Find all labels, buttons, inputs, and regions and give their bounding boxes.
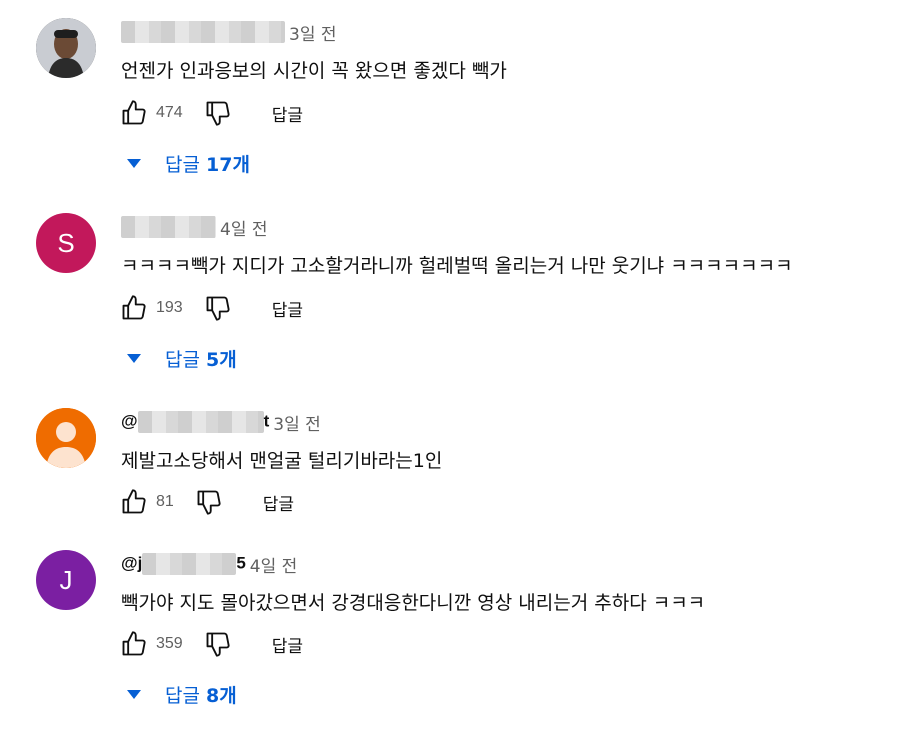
reply-button[interactable]: 답글 xyxy=(263,490,294,515)
action-bar: 474 답글 xyxy=(118,97,303,129)
replies-count: 8개 xyxy=(206,684,237,707)
comment-text: 제발고소당해서 맨얼굴 털리기바라는1인 xyxy=(121,450,443,472)
reply-button[interactable]: 답글 xyxy=(272,296,303,321)
action-bar: 359 답글 xyxy=(118,628,303,660)
like-count: 359 xyxy=(156,635,183,652)
avatar-letter: S xyxy=(57,227,75,258)
dislike-button[interactable] xyxy=(202,628,234,660)
action-bar: 81 답글 xyxy=(118,486,294,518)
reply-button[interactable]: 답글 xyxy=(272,101,303,126)
thumbs-up-icon xyxy=(122,631,146,656)
dislike-button[interactable] xyxy=(202,292,234,324)
comment-time[interactable]: 3일 전 xyxy=(289,20,337,45)
author-name[interactable]: @j 5 xyxy=(121,553,246,575)
like-button[interactable] xyxy=(118,292,150,324)
thumbs-up-icon xyxy=(122,489,146,514)
author-row: 4일 전 xyxy=(121,215,268,240)
replies-label: 답글 xyxy=(165,684,200,707)
like-count: 81 xyxy=(156,493,174,510)
like-button[interactable] xyxy=(118,486,150,518)
view-replies-button[interactable]: 답글 8개 xyxy=(127,679,237,709)
view-replies-button[interactable]: 답글 5개 xyxy=(127,343,237,373)
action-bar: 193 답글 xyxy=(118,292,303,324)
comment-text: ㅋㅋㅋㅋ빽가 지디가 고소할거라니까 헐레벌떡 올리는거 나만 웃기냐 ㅋㅋㅋㅋ… xyxy=(121,255,793,277)
author-row: @j 5 4일 전 xyxy=(121,552,298,577)
author-row: 3일 전 xyxy=(121,20,337,45)
like-button[interactable] xyxy=(118,97,150,129)
author-name[interactable] xyxy=(121,216,216,238)
view-replies-button[interactable]: 답글 17개 xyxy=(127,148,250,178)
thumbs-down-icon xyxy=(197,490,221,515)
replies-count: 5개 xyxy=(206,348,237,371)
triangle-down-icon xyxy=(127,689,141,699)
avatar-letter: J xyxy=(59,564,73,595)
default-user-icon xyxy=(36,408,96,468)
thumbs-down-icon xyxy=(206,101,230,126)
author-name[interactable] xyxy=(121,21,285,43)
comment-time[interactable]: 4일 전 xyxy=(250,552,298,577)
avatar[interactable]: S xyxy=(36,213,96,273)
like-count: 474 xyxy=(156,104,183,121)
thumbs-up-icon xyxy=(122,295,146,320)
thumbs-up-icon xyxy=(122,100,146,125)
reply-button[interactable]: 답글 xyxy=(272,632,303,657)
avatar[interactable] xyxy=(36,408,96,468)
avatar[interactable] xyxy=(36,18,96,78)
dislike-button[interactable] xyxy=(193,486,225,518)
triangle-down-icon xyxy=(127,353,141,363)
avatar[interactable]: J xyxy=(36,550,96,610)
thumbs-down-icon xyxy=(206,296,230,321)
author-name[interactable]: @ t xyxy=(121,411,269,433)
triangle-down-icon xyxy=(127,158,141,168)
avatar-photo-icon xyxy=(36,18,96,78)
replies-label: 답글 xyxy=(165,348,200,371)
like-count: 193 xyxy=(156,299,183,316)
replies-count: 17개 xyxy=(206,153,250,176)
replies-label: 답글 xyxy=(165,153,200,176)
comment-text: 빽가야 지도 몰아갔으면서 강경대응한다니깐 영상 내리는거 추하다 ㅋㅋㅋ xyxy=(121,592,706,614)
thumbs-down-icon xyxy=(206,632,230,657)
author-row: @ t 3일 전 xyxy=(121,410,321,435)
like-button[interactable] xyxy=(118,628,150,660)
comment-text: 언젠가 인과응보의 시간이 꼭 왔으면 좋겠다 빽가 xyxy=(121,60,507,82)
comment-time[interactable]: 3일 전 xyxy=(273,410,321,435)
comment-time[interactable]: 4일 전 xyxy=(220,215,268,240)
dislike-button[interactable] xyxy=(202,97,234,129)
